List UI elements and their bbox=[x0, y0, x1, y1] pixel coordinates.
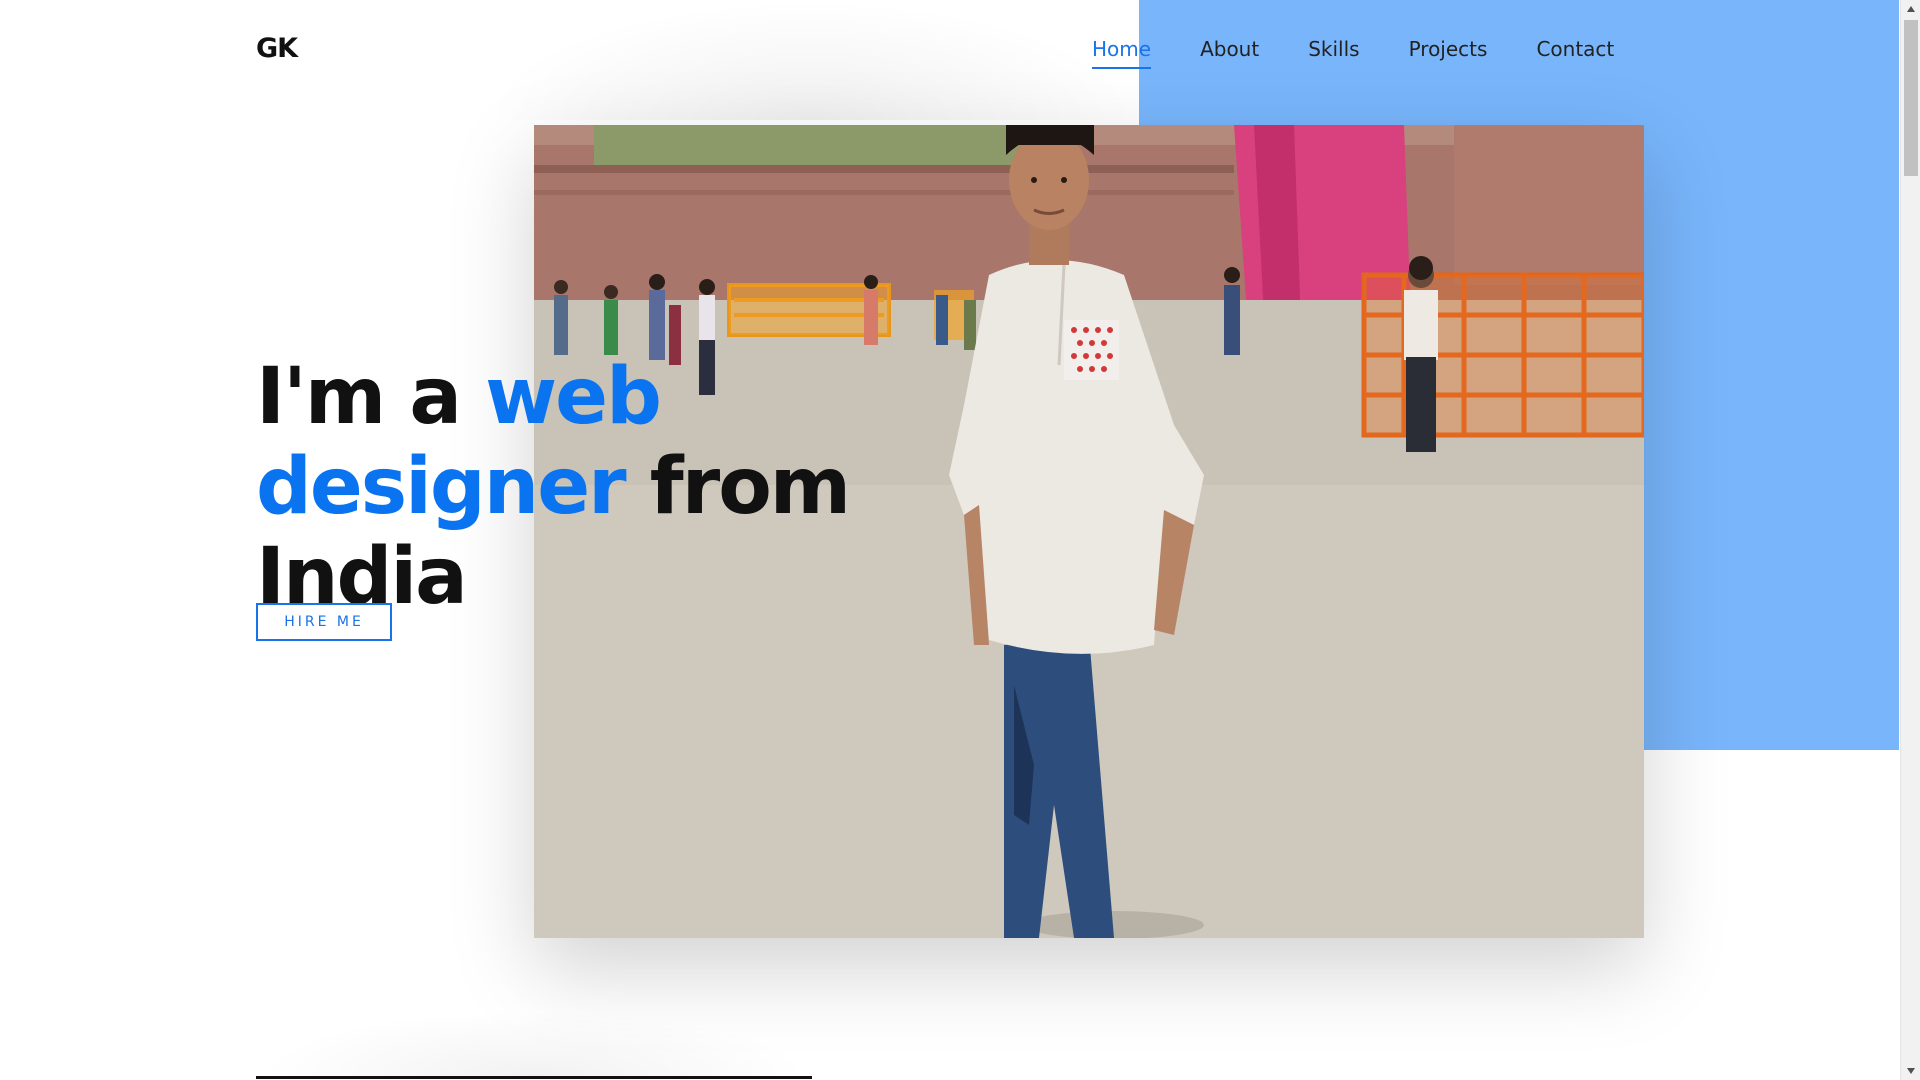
site-logo[interactable]: GK bbox=[256, 33, 298, 64]
headline-part-1: I'm a bbox=[256, 352, 486, 443]
section-shadow bbox=[256, 1010, 812, 1076]
header-shadow bbox=[480, 0, 1140, 120]
hire-me-button[interactable]: HIRE ME bbox=[256, 603, 392, 641]
main-nav: Home About Skills Projects Contact bbox=[1092, 37, 1614, 69]
nav-item-about[interactable]: About bbox=[1200, 37, 1259, 69]
nav-item-contact[interactable]: Contact bbox=[1536, 37, 1614, 69]
nav-item-projects[interactable]: Projects bbox=[1409, 37, 1488, 69]
scrollbar-thumb[interactable] bbox=[1904, 20, 1918, 176]
section-divider bbox=[256, 1076, 812, 1079]
chevron-up-icon[interactable] bbox=[1901, 0, 1920, 18]
portfolio-page: GK Home About Skills Projects Contact I'… bbox=[0, 0, 1920, 1080]
nav-item-home[interactable]: Home bbox=[1092, 37, 1152, 69]
chevron-down-icon[interactable] bbox=[1901, 1062, 1920, 1080]
vertical-scrollbar[interactable] bbox=[1900, 0, 1920, 1080]
hero-headline: I'm a web designer from India bbox=[256, 352, 876, 622]
nav-item-skills[interactable]: Skills bbox=[1308, 37, 1359, 69]
